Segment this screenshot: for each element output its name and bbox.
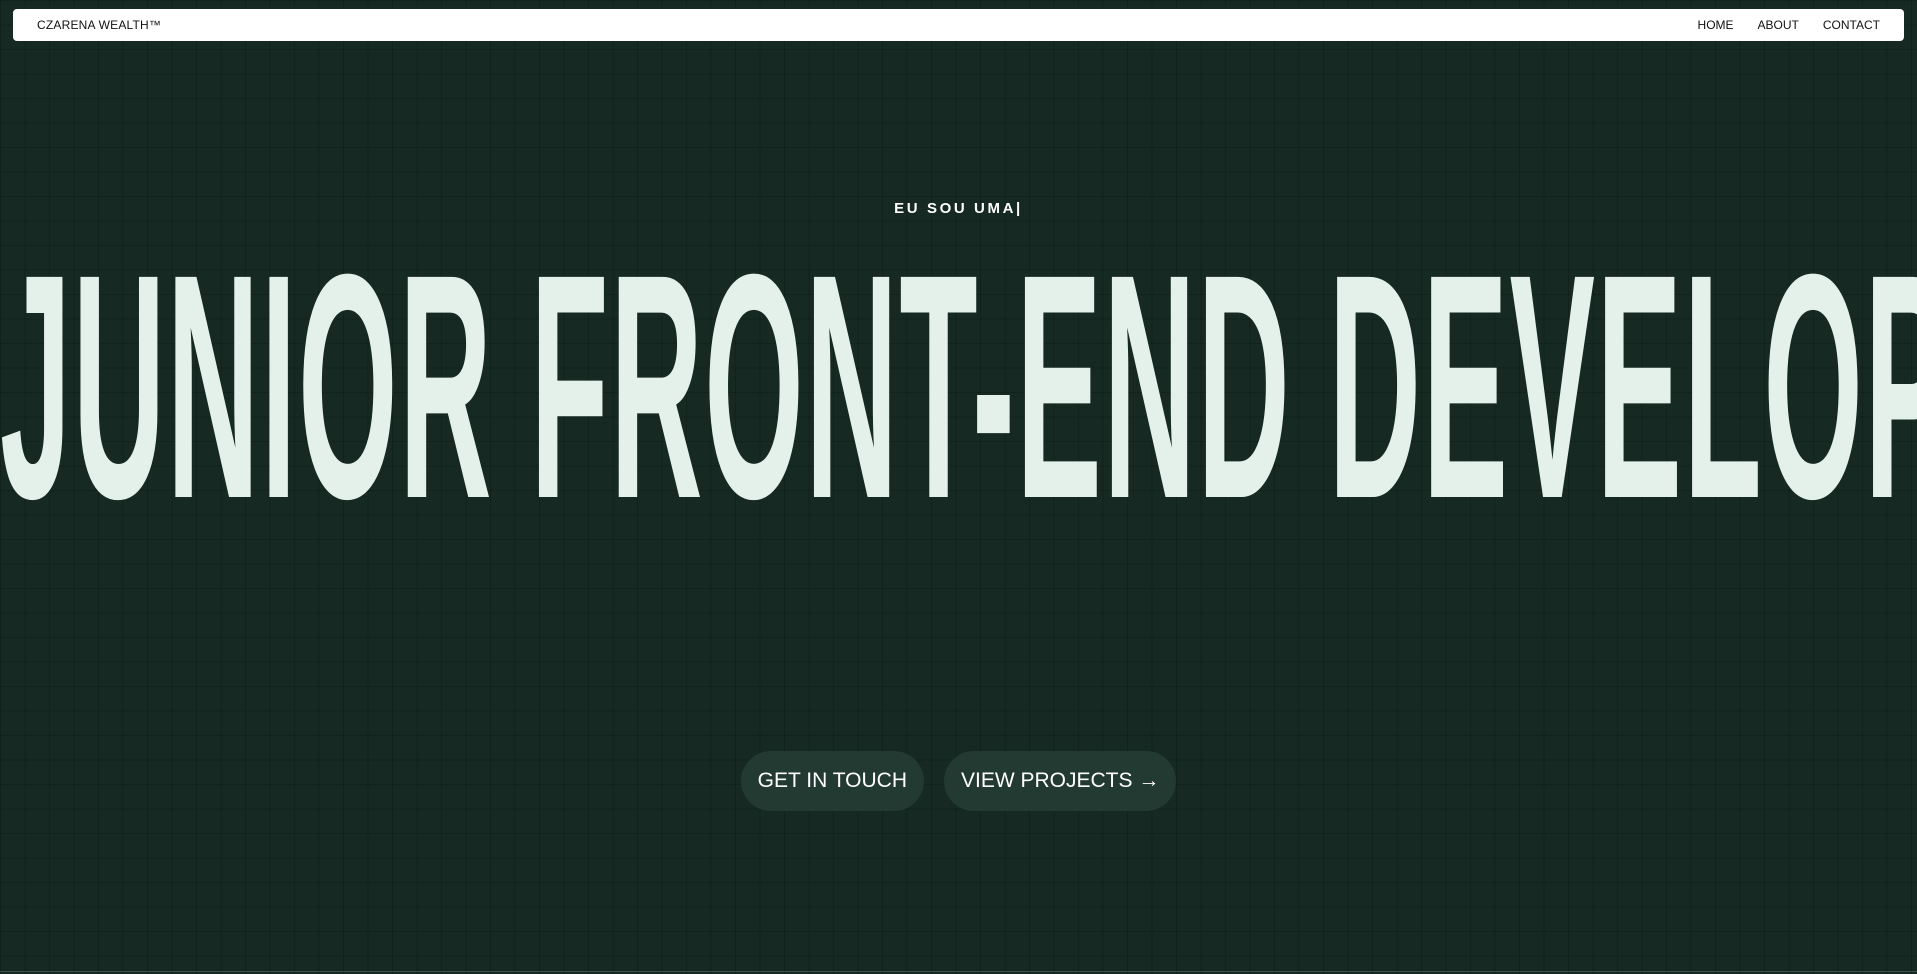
get-in-touch-button[interactable]: GET IN TOUCH	[740, 751, 924, 811]
brand-logo-text[interactable]: CZARENA WEALTH™	[37, 18, 161, 32]
headline-container: JUNIOR FRONT-END DEVELOPER	[0, 226, 1917, 606]
cta-button-row: GET IN TOUCH VIEW PROJECTS →	[0, 751, 1917, 811]
bottom-divider	[0, 971, 1917, 972]
nav-links: HOME ABOUT CONTACT	[1698, 18, 1880, 32]
top-navbar: CZARENA WEALTH™ HOME ABOUT CONTACT	[13, 9, 1904, 41]
nav-link-about[interactable]: ABOUT	[1758, 18, 1799, 32]
nav-link-contact[interactable]: CONTACT	[1823, 18, 1880, 32]
typed-intro-text: EU SOU UMA|	[894, 200, 1023, 217]
nav-link-home[interactable]: HOME	[1698, 18, 1734, 32]
view-projects-button[interactable]: VIEW PROJECTS →	[944, 751, 1177, 811]
hero-headline: JUNIOR FRONT-END DEVELOPER	[0, 226, 1917, 565]
